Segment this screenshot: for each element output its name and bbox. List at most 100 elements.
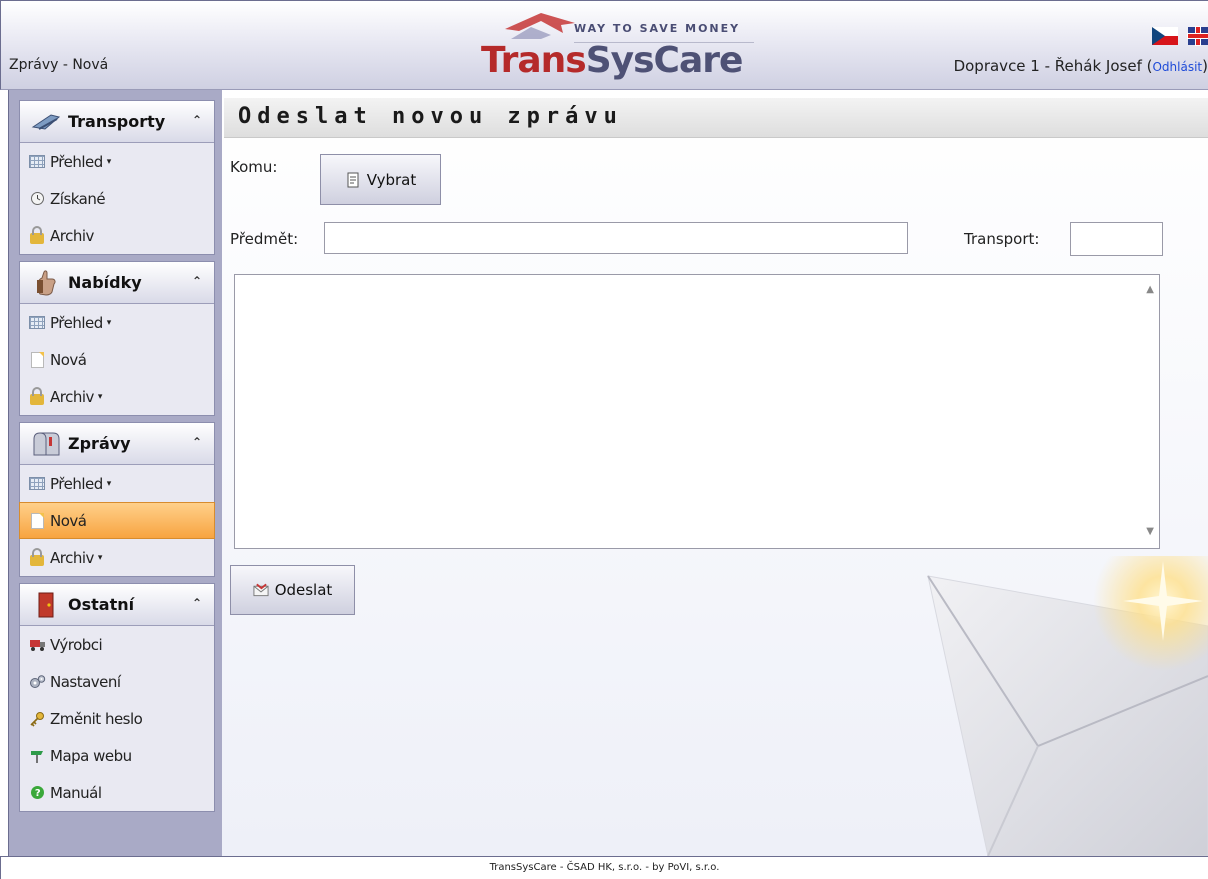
sidebar-item-transporty-ziskane[interactable]: Získané: [20, 180, 214, 217]
send-button-label: Odeslat: [274, 581, 333, 599]
sidebar-item-label: Přehled: [50, 152, 103, 171]
hand-icon: [30, 269, 62, 297]
new-document-icon: [28, 351, 46, 368]
table-icon: [28, 476, 46, 492]
main-content: Odeslat novou zprávu Komu: Vybrat Předmě…: [222, 90, 1208, 856]
clock-icon: [28, 191, 46, 207]
truck-wing-icon: [30, 108, 62, 136]
sidebar-item-zpravy-nova[interactable]: Nová: [19, 502, 215, 539]
table-icon: [28, 154, 46, 170]
sidebar-item-vyrobci[interactable]: Výrobci: [20, 626, 214, 663]
sidebar-item-label: Archiv: [50, 226, 94, 245]
language-switcher: [1152, 27, 1208, 45]
logout-link[interactable]: Odhlásit: [1152, 60, 1202, 74]
footer: TransSysCare - ČSAD HK, s.r.o. - by PoVI…: [0, 856, 1208, 879]
lock-icon: [28, 386, 46, 405]
sidebar-item-label: Získané: [50, 189, 106, 208]
panel-transporty: Transporty ⌃ Přehled ▾ Získané Archiv: [19, 100, 215, 255]
sidebar-item-label: Mapa webu: [50, 746, 132, 765]
logo-name-part2: SysCare: [585, 40, 744, 81]
dropdown-caret-icon: ▾: [97, 391, 103, 402]
breadcrumb: Zprávy - Nová: [9, 57, 109, 73]
dropdown-caret-icon: ▾: [106, 478, 112, 489]
scroll-down-icon[interactable]: ▼: [1146, 526, 1154, 537]
dropdown-caret-icon: ▾: [106, 156, 112, 167]
transport-input[interactable]: [1070, 222, 1163, 256]
panel-header-transporty[interactable]: Transporty ⌃: [20, 101, 214, 143]
collapse-icon[interactable]: ⌃: [192, 435, 202, 449]
logo-arrows-icon: [505, 13, 575, 39]
logo-name: TransSysCare: [481, 40, 744, 81]
user-suffix: ): [1202, 57, 1208, 75]
logo: WAY TO SAVE MONEY TransSysCare: [479, 9, 759, 81]
choose-recipient-button[interactable]: Vybrat: [320, 154, 441, 205]
sidebar-item-label: Přehled: [50, 474, 103, 493]
sidebar-item-transporty-archiv[interactable]: Archiv: [20, 217, 214, 254]
subject-input[interactable]: [324, 222, 908, 254]
panel-ostatni: Ostatní ⌃ Výrobci Nastavení Změnit heslo: [19, 583, 215, 812]
subject-label: Předmět:: [230, 230, 299, 248]
key-icon: [28, 711, 46, 727]
panel-title: Ostatní: [68, 595, 135, 614]
page-title-bar: Odeslat novou zprávu: [224, 98, 1208, 138]
mailbox-icon: [30, 430, 62, 458]
logo-name-part1: Trans: [481, 40, 587, 81]
panel-title: Zprávy: [68, 434, 131, 453]
sidebar-item-label: Archiv: [50, 548, 94, 567]
panel-header-zpravy[interactable]: Zprávy ⌃: [20, 423, 214, 465]
sidebar-item-transporty-prehled[interactable]: Přehled ▾: [20, 143, 214, 180]
footer-text: TransSysCare - ČSAD HK, s.r.o. - by PoVI…: [489, 862, 720, 873]
table-icon: [28, 315, 46, 331]
sidebar-item-label: Změnit heslo: [50, 709, 143, 728]
sidebar-item-label: Výrobci: [50, 635, 103, 654]
sidebar-item-nabidky-archiv[interactable]: Archiv ▾: [20, 378, 214, 415]
sidebar-item-zmenit-heslo[interactable]: Změnit heslo: [20, 700, 214, 737]
page-title: Odeslat novou zprávu: [238, 104, 623, 129]
to-label: Komu:: [230, 158, 278, 176]
panel-title: Nabídky: [68, 273, 142, 292]
choose-button-label: Vybrat: [366, 170, 417, 189]
sidebar-item-manual[interactable]: ? Manuál: [20, 774, 214, 811]
panel-header-ostatni[interactable]: Ostatní ⌃: [20, 584, 214, 626]
header: Zprávy - Nová WAY TO SAVE MONEY TransSys…: [0, 0, 1208, 90]
user-info: Dopravce 1 - Řehák Josef (Odhlásit): [954, 57, 1208, 75]
panel-zpravy: Zprávy ⌃ Přehled ▾ Nová Archiv ▾: [19, 422, 215, 577]
sidebar-item-nastaveni[interactable]: Nastavení: [20, 663, 214, 700]
lock-icon: [28, 547, 46, 566]
transport-label: Transport:: [964, 230, 1040, 248]
svg-text:?: ?: [34, 788, 40, 799]
truck-icon: [28, 637, 46, 653]
sidebar-item-label: Nastavení: [50, 672, 121, 691]
send-mail-icon: [253, 582, 269, 598]
sidebar-item-label: Přehled: [50, 313, 103, 332]
collapse-icon[interactable]: ⌃: [192, 274, 202, 288]
sidebar-item-label: Nová: [50, 511, 87, 530]
panel-title: Transporty: [68, 112, 166, 131]
lock-icon: [28, 225, 46, 244]
door-icon: [30, 591, 62, 619]
logo-tagline: WAY TO SAVE MONEY: [574, 22, 741, 35]
collapse-icon[interactable]: ⌃: [192, 113, 202, 127]
gears-icon: [28, 674, 46, 690]
address-book-icon: [345, 172, 361, 188]
sidebar-item-zpravy-prehled[interactable]: Přehled ▾: [20, 465, 214, 502]
dropdown-caret-icon: ▾: [97, 552, 103, 563]
signpost-icon: [28, 748, 46, 764]
send-button[interactable]: Odeslat: [230, 565, 355, 615]
collapse-icon[interactable]: ⌃: [192, 596, 202, 610]
english-flag-icon[interactable]: [1188, 27, 1208, 45]
sidebar-item-label: Archiv: [50, 387, 94, 406]
new-document-icon: [28, 512, 46, 529]
czech-flag-icon[interactable]: [1152, 27, 1178, 45]
panel-header-nabidky[interactable]: Nabídky ⌃: [20, 262, 214, 304]
sidebar-item-mapa-webu[interactable]: Mapa webu: [20, 737, 214, 774]
sidebar: Transporty ⌃ Přehled ▾ Získané Archiv Na…: [8, 90, 222, 856]
scroll-up-icon[interactable]: ▲: [1146, 284, 1154, 295]
sidebar-item-nabidky-prehled[interactable]: Přehled ▾: [20, 304, 214, 341]
panel-nabidky: Nabídky ⌃ Přehled ▾ Nová Archiv ▾: [19, 261, 215, 416]
dropdown-caret-icon: ▾: [106, 317, 112, 328]
message-textarea[interactable]: [234, 274, 1160, 549]
help-icon: ?: [28, 785, 46, 801]
sidebar-item-nabidky-nova[interactable]: Nová: [20, 341, 214, 378]
sidebar-item-zpravy-archiv[interactable]: Archiv ▾: [20, 539, 214, 576]
